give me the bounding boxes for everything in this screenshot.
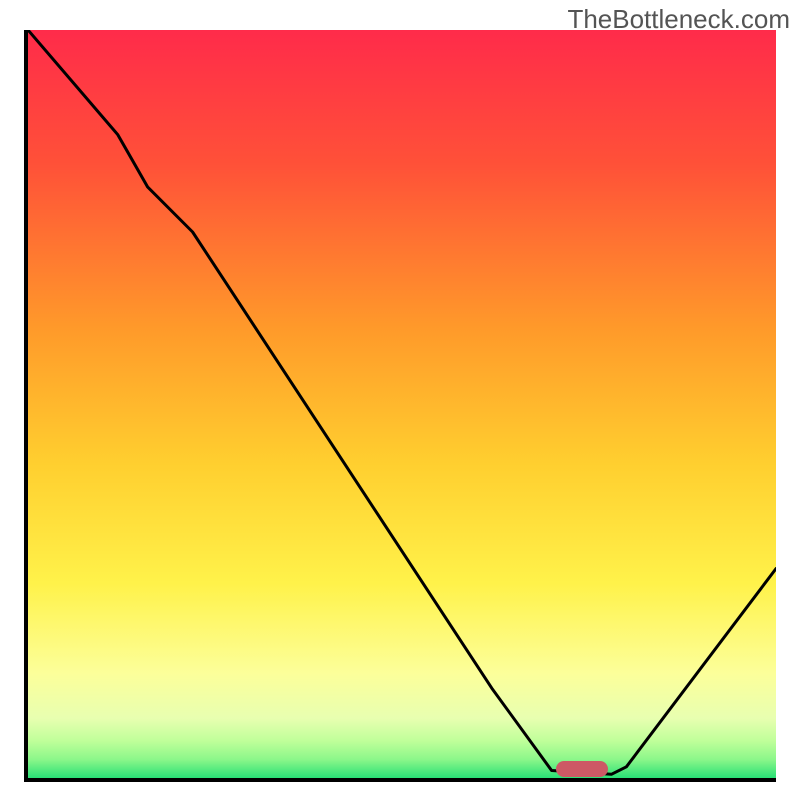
- optimal-marker: [556, 761, 608, 777]
- watermark-text: TheBottleneck.com: [567, 4, 790, 35]
- bottleneck-curve: [28, 30, 776, 778]
- plot-frame: [24, 30, 776, 782]
- chart-container: TheBottleneck.com: [0, 0, 800, 800]
